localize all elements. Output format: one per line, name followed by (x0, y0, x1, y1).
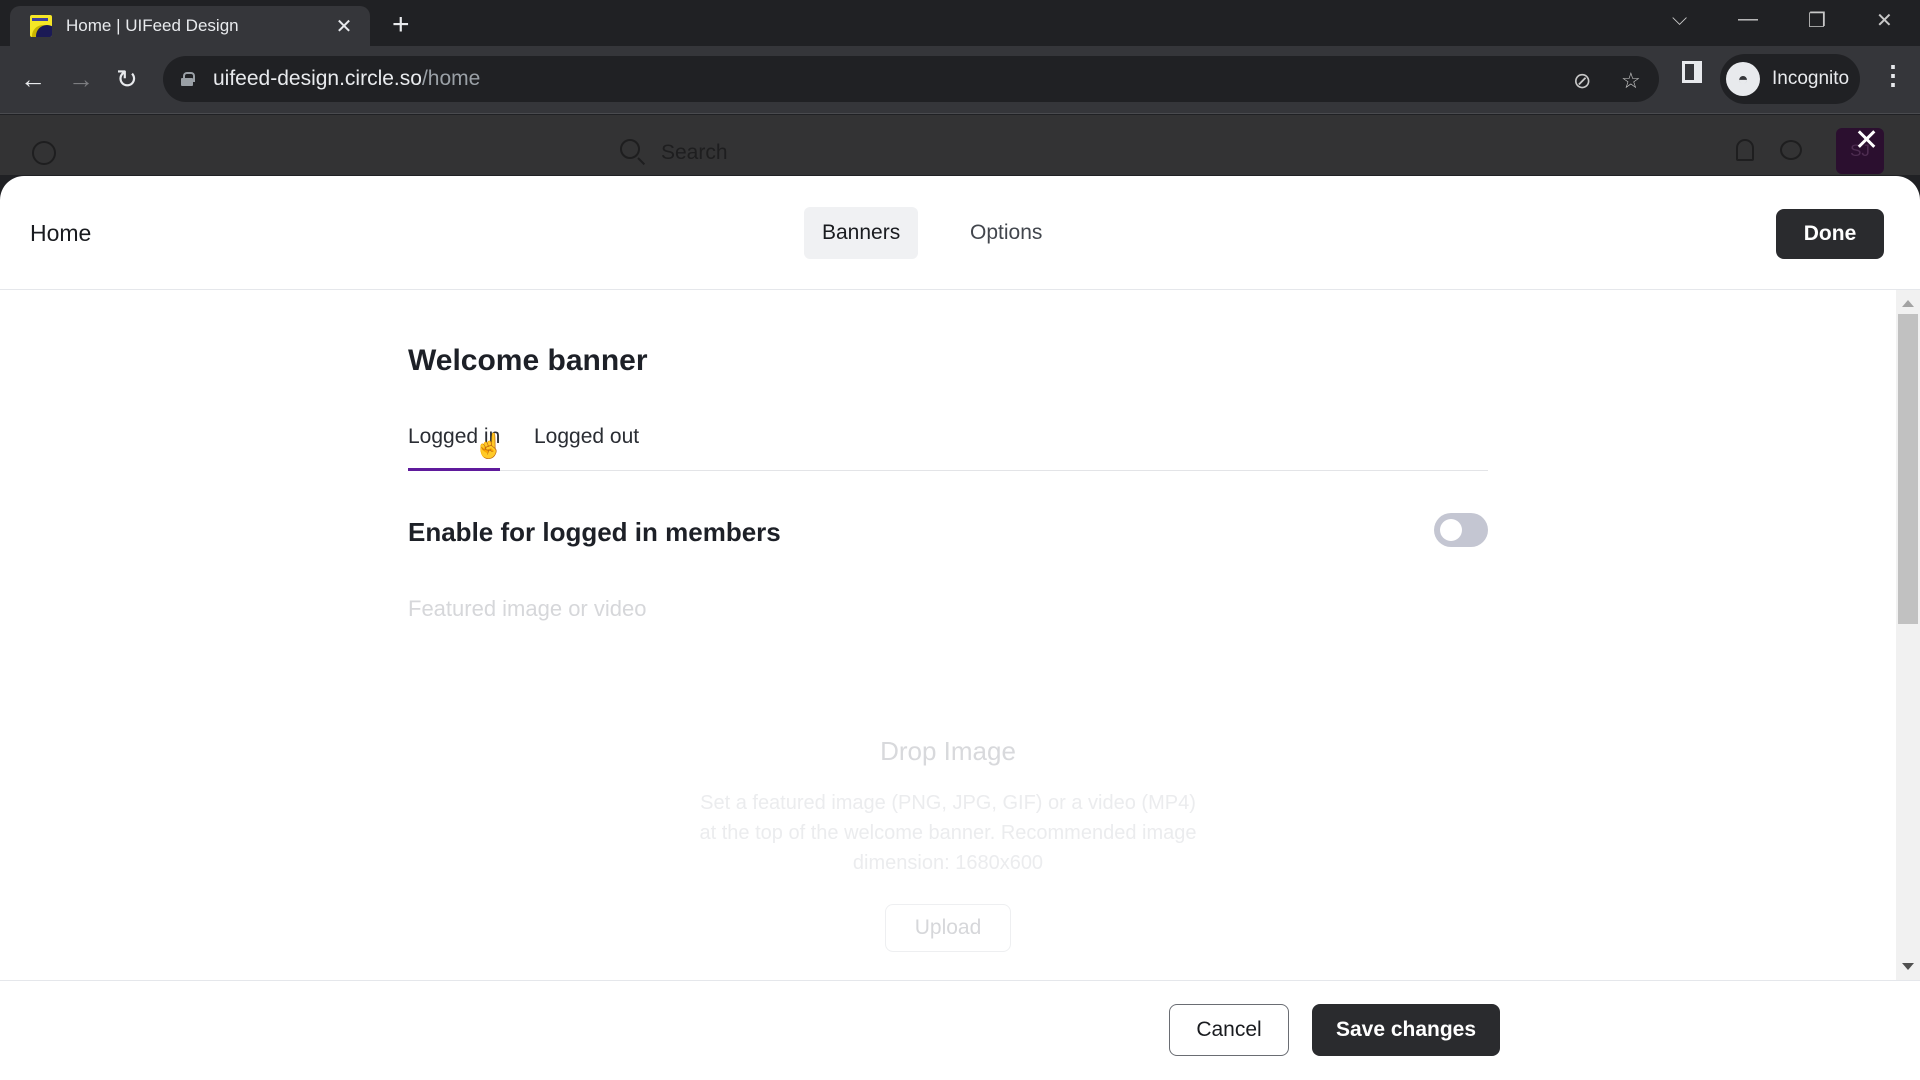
url-host: uifeed-design.circle.so (213, 67, 422, 90)
modal-close-icon[interactable]: ✕ (1854, 126, 1879, 156)
app-header: Search SJ (0, 115, 1920, 175)
upload-button[interactable]: Upload (885, 904, 1011, 952)
content-scrollbar[interactable] (1896, 290, 1920, 980)
browser-menu-icon[interactable]: ⋮ (1880, 60, 1906, 91)
browser-toolbar: ← → ↻ uifeed-design.circle.so/home ⊘ ☆ ◓… (0, 46, 1920, 114)
search-icon (620, 139, 640, 159)
toggle-knob (1440, 519, 1462, 541)
new-tab-icon[interactable]: + (392, 10, 410, 40)
hand-cursor-icon: ☝ (474, 433, 504, 460)
incognito-profile-button[interactable]: ◓ Incognito (1720, 54, 1860, 104)
browser-tabstrip: Home | UIFeed Design ✕ + ⌵ — ❐ ✕ (0, 0, 1920, 46)
save-changes-button[interactable]: Save changes (1312, 1004, 1500, 1056)
drop-zone-title: Drop Image (880, 736, 1016, 766)
community-icon[interactable] (32, 141, 56, 165)
side-panel-icon[interactable] (1682, 61, 1702, 83)
notifications-bell-icon[interactable] (1736, 139, 1754, 161)
site-favicon-icon (30, 15, 52, 37)
chat-bubble-icon[interactable] (1780, 140, 1802, 160)
minimize-icon[interactable]: — (1738, 8, 1758, 31)
tab-title: Home | UIFeed Design (66, 16, 239, 35)
enable-toggle[interactable] (1434, 513, 1488, 547)
address-bar[interactable]: uifeed-design.circle.so/home ⊘ ☆ (163, 56, 1659, 102)
modal-title: Home (30, 220, 92, 246)
tab-close-icon[interactable]: ✕ (332, 14, 356, 39)
back-arrow-icon[interactable]: ← (20, 64, 46, 94)
url-path: /home (421, 67, 481, 90)
incognito-label: Incognito (1772, 68, 1850, 89)
segment-banners[interactable]: Banners (804, 207, 919, 259)
lock-icon[interactable] (181, 72, 195, 86)
enable-label: Enable for logged in members (408, 517, 781, 547)
modal-header: Home Banners Options Done (0, 176, 1920, 290)
edit-home-modal: Home Banners Options Done Welcome banner… (0, 176, 1920, 1080)
scroll-down-arrow-icon[interactable] (1902, 963, 1914, 970)
audience-tabs: Logged in Logged out (408, 425, 1488, 471)
restore-icon[interactable]: ❐ (1808, 8, 1826, 33)
reload-icon[interactable]: ↻ (116, 64, 138, 94)
tab-logged-out[interactable]: Logged out (534, 425, 639, 471)
incognito-icon: ◓ (1726, 62, 1760, 96)
window-close-icon[interactable]: ✕ (1876, 8, 1893, 33)
segment-options[interactable]: Options (952, 207, 1060, 259)
browser-tab-active[interactable]: Home | UIFeed Design ✕ (10, 6, 370, 46)
section-title: Welcome banner (408, 344, 648, 377)
modal-content: Welcome banner Logged in Logged out Enab… (0, 290, 1896, 980)
featured-media-label: Featured image or video (408, 596, 647, 621)
bookmark-star-icon[interactable]: ☆ (1621, 68, 1641, 94)
cancel-button[interactable]: Cancel (1169, 1004, 1289, 1056)
eye-slash-icon[interactable]: ⊘ (1573, 68, 1591, 94)
forward-arrow-icon[interactable]: → (68, 64, 94, 94)
scroll-thumb[interactable] (1898, 314, 1918, 624)
modal-footer: Cancel Save changes (0, 980, 1920, 1080)
tab-search-chevron-icon[interactable]: ⌵ (1672, 8, 1687, 31)
done-button[interactable]: Done (1776, 209, 1884, 259)
search-input[interactable]: Search (661, 141, 728, 165)
drop-zone-description: Set a featured image (PNG, JPG, GIF) or … (699, 792, 1197, 874)
scroll-up-arrow-icon[interactable] (1902, 300, 1914, 307)
